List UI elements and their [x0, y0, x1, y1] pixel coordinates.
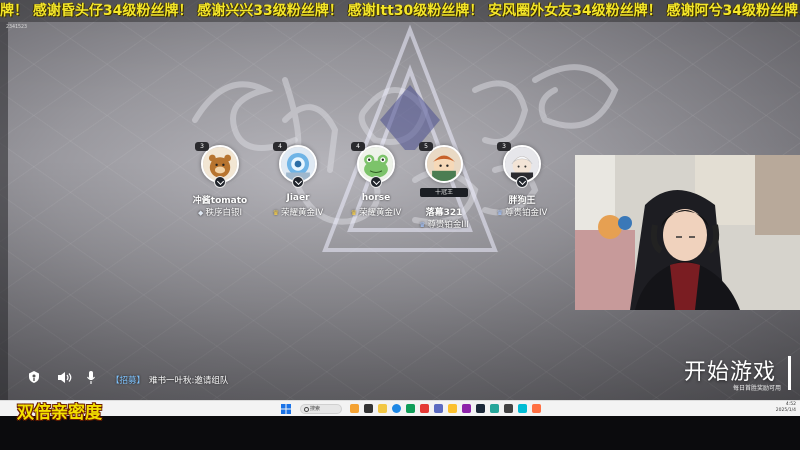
player-rank-text: 尊贵铂金IV: [504, 208, 548, 218]
weather-icon[interactable]: [350, 404, 359, 413]
taskbar-search-box[interactable]: 搜索: [300, 404, 342, 414]
clock-date: 2025/1/4: [775, 408, 796, 413]
microphone-icon[interactable]: [86, 370, 96, 385]
start-game-label: 开始游戏: [684, 360, 777, 385]
app-icon-purple[interactable]: [462, 404, 471, 413]
app-icon-teal[interactable]: [490, 404, 499, 413]
streamer-webcam-feed: [575, 155, 800, 310]
player-slot-5[interactable]: 3 胖狗王 ♛ 尊贵铂金IV: [472, 142, 572, 235]
level-badge: 3: [497, 142, 511, 151]
silver-rank-icon: ◆: [198, 209, 204, 217]
app-icon-cyan[interactable]: [518, 404, 527, 413]
app-icon-blue[interactable]: [434, 404, 443, 413]
recruit-tag: 【招募】: [111, 376, 146, 386]
speaker-icon[interactable]: [57, 371, 73, 384]
game-client-icon[interactable]: [532, 404, 541, 413]
file-explorer-icon[interactable]: [378, 404, 387, 413]
windows-taskbar: 搜索 4:52 2025/1/4: [0, 400, 800, 416]
character-avatar-icon: [427, 147, 461, 181]
player-rank: ♛ 尊贵铂金IV: [472, 206, 572, 218]
app-icon-red[interactable]: [420, 404, 429, 413]
bottom-black-strip: [0, 416, 800, 450]
rank-emblem-icon: [370, 176, 382, 188]
app-icon-yellow[interactable]: [448, 404, 457, 413]
player-name: 胖狗王: [508, 196, 536, 206]
platinum-rank-icon: ♛: [496, 209, 503, 217]
gold-rank-icon: ♛: [272, 209, 279, 217]
app-icon-green[interactable]: [406, 404, 415, 413]
player-rank-text: 荣耀黄金IV: [280, 208, 324, 218]
start-game-button[interactable]: 开始游戏 每日首胜奖励可用: [676, 352, 791, 398]
edge-browser-icon[interactable]: [392, 404, 401, 413]
streamer-webcam: [575, 155, 800, 310]
fan-thanks-banner: 牌！ 感谢昏头仔34级粉丝牌！ 感谢兴兴33级粉丝牌！ 感谢ltt30级粉丝牌！…: [0, 0, 800, 22]
level-badge: 5: [419, 142, 433, 151]
gold-rank-icon: ♛: [350, 209, 357, 217]
player-rank-text: 尊贵铂金III: [427, 220, 469, 230]
level-badge: 3: [195, 142, 209, 151]
rank-emblem-icon: [516, 176, 528, 188]
app-icon-dark[interactable]: [504, 404, 513, 413]
double-intimacy-overlay: 双倍亲密度: [17, 403, 102, 423]
level-badge: 4: [351, 142, 365, 151]
team-info-icon[interactable]: [27, 370, 41, 384]
team-invite-message[interactable]: 【招募】 难书一叶秋:邀请组队: [111, 374, 228, 386]
title-tag: 十冠王: [420, 188, 468, 197]
level-badge: 4: [273, 142, 287, 151]
start-button-accent: [788, 356, 791, 390]
taskbar-clock[interactable]: 4:52 2025/1/4: [776, 402, 796, 414]
rank-emblem-icon: [292, 176, 304, 188]
stream-id-label: 2341523: [6, 24, 28, 30]
player-rank-text: 秩序白银I: [205, 208, 242, 218]
invite-text: 难书一叶秋:邀请组队: [149, 376, 229, 386]
task-view-icon[interactable]: [364, 404, 373, 413]
first-win-bonus-text: 每日首胜奖励可用: [732, 385, 781, 392]
windows-start-icon[interactable]: [281, 404, 291, 414]
banner-text: 牌！ 感谢昏头仔34级粉丝牌！ 感谢兴兴33级粉丝牌！ 感谢ltt30级粉丝牌！…: [0, 3, 800, 19]
rank-emblem-icon: [214, 176, 226, 188]
steam-icon[interactable]: [476, 404, 485, 413]
platinum-rank-icon: ♛: [419, 221, 426, 229]
